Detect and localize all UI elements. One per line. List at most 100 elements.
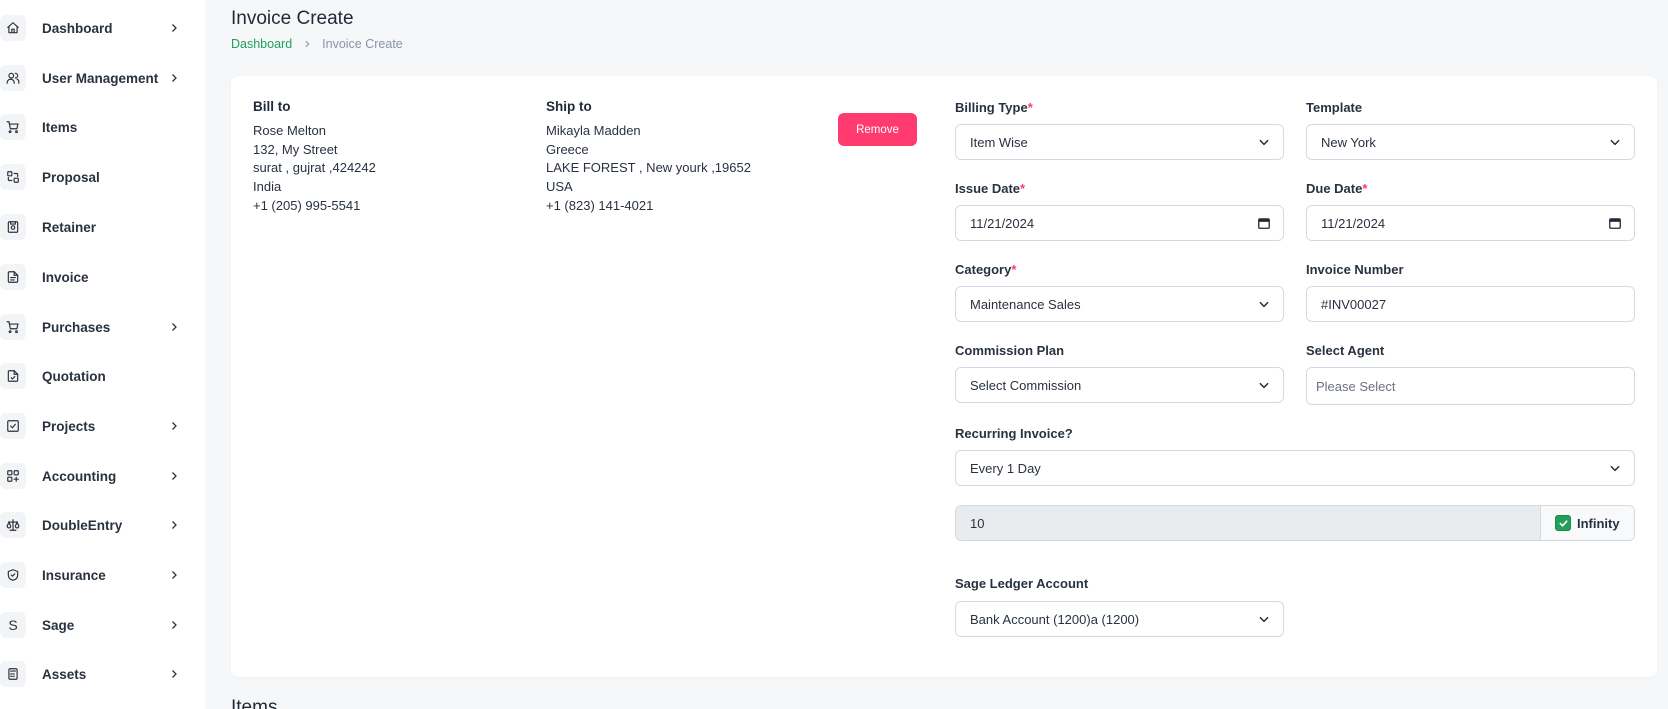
sidebar-item-insurance[interactable]: Insurance — [0, 555, 190, 595]
category-select[interactable]: Maintenance Sales — [955, 286, 1284, 322]
billing-type-label: Billing Type* — [955, 100, 1033, 115]
sidebar-item-label: Purchases — [42, 319, 111, 335]
recurring-interval-select[interactable]: Every 1 Day — [955, 450, 1635, 486]
template-select[interactable]: New York — [1306, 124, 1635, 160]
bill-to-country: India — [253, 179, 282, 195]
template-value: New York — [1321, 134, 1376, 150]
sidebar-item-sage[interactable]: S Sage — [0, 605, 190, 645]
sidebar-item-assets[interactable]: Assets — [0, 654, 190, 694]
bill-to-name: Rose Melton — [253, 123, 326, 138]
required-marker: * — [1362, 181, 1368, 196]
select-agent-placeholder: Please Select — [1316, 378, 1396, 394]
cart-icon — [0, 114, 26, 140]
check-square-icon — [0, 413, 26, 439]
scale-icon — [0, 512, 26, 538]
select-agent-label: Select Agent — [1306, 343, 1385, 358]
bill-to-title: Bill to — [253, 99, 291, 114]
recurring-invoice-label: Recurring Invoice? — [955, 426, 1073, 441]
bill-to-street: 132, My Street — [253, 141, 338, 157]
sidebar-item-user-management[interactable]: User Management — [0, 58, 190, 98]
due-date-value: 11/21/2024 — [1321, 215, 1386, 231]
issue-date-value: 11/21/2024 — [970, 215, 1035, 231]
sage-ledger-label: Sage Ledger Account — [955, 576, 1089, 591]
breadcrumb-current: Invoice Create — [322, 37, 403, 51]
select-agent-input[interactable]: Please Select — [1306, 367, 1635, 405]
calendar-icon[interactable] — [1257, 216, 1271, 230]
sidebar-item-label: Items — [42, 119, 78, 135]
calculator-icon — [0, 661, 26, 687]
chevron-down-icon — [1610, 139, 1620, 146]
layout-grid-icon — [0, 463, 26, 489]
chevron-down-icon — [1610, 465, 1620, 472]
issue-date-label: Issue Date* — [955, 181, 1025, 196]
sidebar-item-label: User Management — [42, 70, 159, 86]
sidebar-item-label: Accounting — [42, 468, 117, 484]
file-dollar-icon — [0, 363, 26, 389]
home-icon — [0, 15, 26, 41]
bill-to-address: Rose Melton 132, My Street surat , gujra… — [253, 122, 376, 216]
due-date-label: Due Date* — [1306, 181, 1367, 196]
infinity-checkbox[interactable] — [1555, 515, 1571, 531]
ship-to-city: LAKE FOREST , New yourk ,19652 — [546, 160, 751, 176]
check-icon — [1558, 519, 1568, 527]
chevron-right-icon — [172, 323, 177, 331]
issue-date-input[interactable]: 11/21/2024 — [955, 205, 1284, 241]
sage-ledger-select[interactable]: Bank Account (1200)a (1200) — [955, 601, 1284, 637]
ship-to-title: Ship to — [546, 99, 592, 114]
chevron-right-icon — [172, 521, 177, 529]
commission-plan-label: Commission Plan — [955, 343, 1065, 358]
remove-button[interactable]: Remove — [838, 113, 917, 146]
chevron-right-icon — [172, 472, 177, 480]
recurring-interval-value: Every 1 Day — [970, 460, 1041, 476]
sidebar-item-quotation[interactable]: Quotation — [0, 356, 190, 396]
recurring-count-input[interactable]: 10 — [956, 506, 1540, 540]
ship-to-address: Mikayla Madden Greece LAKE FOREST , New … — [546, 122, 751, 216]
invoice-number-value: #INV00027 — [1321, 296, 1387, 312]
file-invoice-icon — [0, 264, 26, 290]
sidebar-item-label: Dashboard — [42, 20, 113, 36]
sidebar-item-dashboard[interactable]: Dashboard — [0, 8, 190, 48]
recurring-count-group: 10 Infinity — [955, 505, 1635, 541]
chevron-right-icon — [172, 670, 177, 678]
category-label: Category* — [955, 262, 1016, 277]
chevron-right-icon — [172, 422, 177, 430]
chevron-right-icon — [172, 571, 177, 579]
commission-plan-select[interactable]: Select Commission — [955, 367, 1284, 403]
chevron-right-icon — [305, 40, 310, 48]
due-date-input[interactable]: 11/21/2024 — [1306, 205, 1635, 241]
billing-type-select[interactable]: Item Wise — [955, 124, 1284, 160]
template-label: Template — [1306, 100, 1363, 115]
ship-to-street: Greece — [546, 141, 589, 157]
infinity-label: Infinity — [1577, 515, 1620, 531]
invoice-number-input[interactable]: #INV00027 — [1306, 286, 1635, 322]
sidebar-item-accounting[interactable]: Accounting — [0, 456, 190, 496]
ship-to-phone: +1 (823) 141-4021 — [546, 197, 654, 213]
required-marker: * — [1020, 181, 1026, 196]
required-marker: * — [1027, 100, 1033, 115]
items-section-heading: Items — [231, 697, 278, 709]
chevron-right-icon — [172, 74, 177, 82]
infinity-toggle[interactable]: Infinity — [1540, 506, 1634, 540]
commission-plan-value: Select Commission — [970, 377, 1082, 393]
sidebar-item-label: Sage — [42, 617, 75, 633]
sidebar-item-label: Retainer — [42, 219, 97, 235]
issue-date-label-text: Issue Date — [955, 181, 1021, 196]
sidebar-item-proposal[interactable]: Proposal — [0, 157, 190, 197]
users-icon — [0, 65, 26, 91]
chevron-down-icon — [1259, 382, 1269, 389]
category-label-text: Category — [955, 262, 1012, 277]
sidebar-item-doubleentry[interactable]: DoubleEntry — [0, 505, 190, 545]
category-value: Maintenance Sales — [970, 296, 1081, 312]
sidebar-item-invoice[interactable]: Invoice — [0, 257, 190, 297]
chevron-right-icon — [172, 24, 177, 32]
calendar-icon[interactable] — [1608, 216, 1622, 230]
chevron-right-icon — [172, 621, 177, 629]
required-marker: * — [1011, 262, 1017, 277]
breadcrumb-dashboard-link[interactable]: Dashboard — [231, 37, 292, 51]
sidebar-item-retainer[interactable]: Retainer — [0, 207, 190, 247]
shield-icon — [0, 562, 26, 588]
chevron-down-icon — [1259, 301, 1269, 308]
sidebar-item-items[interactable]: Items — [0, 107, 190, 147]
sidebar-item-projects[interactable]: Projects — [0, 406, 190, 446]
sidebar-item-purchases[interactable]: Purchases — [0, 307, 190, 347]
